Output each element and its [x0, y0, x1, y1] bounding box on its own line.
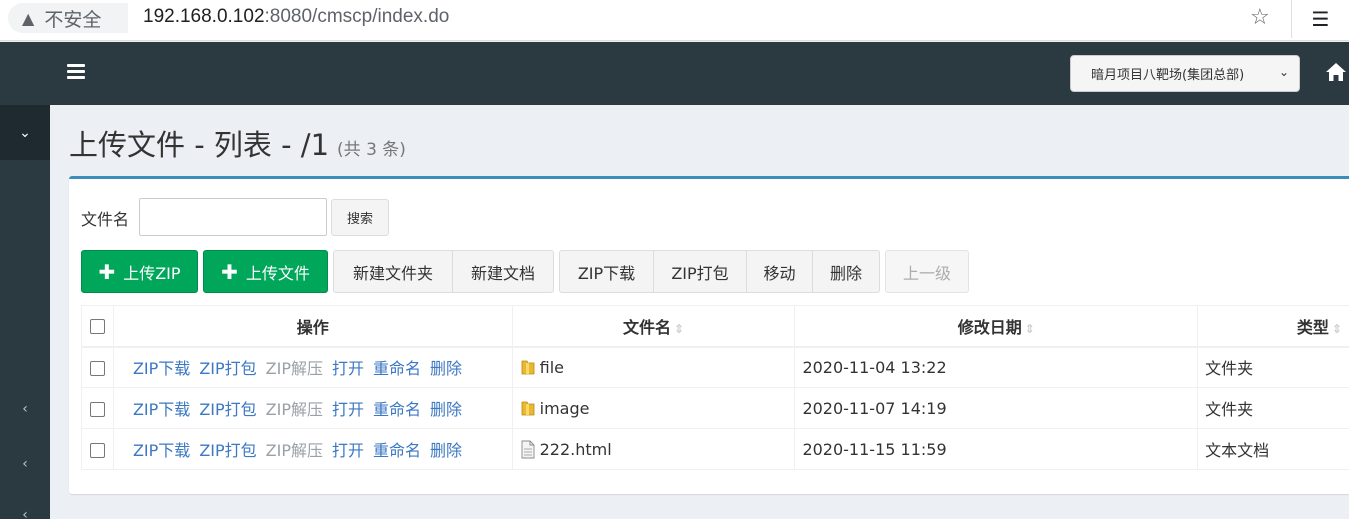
url-host: 192.168.0.102	[143, 6, 265, 27]
sidebar-collapse-icon[interactable]: ⌄	[0, 105, 50, 160]
plus-icon: ✚	[98, 259, 116, 284]
upload-zip-label: 上传ZIP	[123, 263, 181, 283]
table-row: ZIP下载 ZIP打包 ZIP解压 打开 重命名 删除 image 2020-11-07 …	[81, 387, 1349, 429]
security-indicator[interactable]: ▲ 不安全	[8, 3, 128, 33]
column-header-type-label: 类型	[1296, 317, 1329, 337]
column-header-modified[interactable]: 修改日期 ⇕	[794, 305, 1199, 348]
column-header-actions: 操作	[112, 305, 513, 348]
row-zip-pack-link[interactable]: ZIP打包	[199, 441, 256, 460]
move-button[interactable]: 移动	[746, 250, 813, 293]
row-zip-extract-link: ZIP解压	[265, 441, 323, 460]
column-header-modified-label: 修改日期	[957, 317, 1022, 337]
zip-download-button[interactable]: ZIP下载	[559, 250, 654, 293]
home-icon[interactable]	[1324, 61, 1348, 83]
row-actions: ZIP下载 ZIP打包 ZIP解压 打开 重命名 删除	[112, 387, 513, 429]
row-checkbox[interactable]	[89, 442, 105, 458]
file-table: 操作 文件名 ⇕ 修改日期 ⇕ 类型 ⇕ ZIP下载 ZIP打包 ZIP解压 打开 重命名 删除…	[81, 305, 1349, 470]
column-header-filename-label: 文件名	[622, 317, 671, 337]
row-open-link[interactable]: 打开	[332, 400, 364, 419]
row-checkbox[interactable]	[89, 360, 105, 376]
filename-link[interactable]: file	[540, 358, 564, 377]
row-open-link[interactable]: 打开	[332, 441, 364, 460]
select-all-checkbox[interactable]	[89, 319, 105, 335]
row-select-cell	[81, 387, 114, 429]
row-open-link[interactable]: 打开	[332, 359, 364, 378]
column-header-type[interactable]: 类型 ⇕	[1197, 305, 1349, 348]
table-row: ZIP下载 ZIP打包 ZIP解压 打开 重命名 删除 222.html 2020-11-…	[81, 428, 1349, 470]
search-button[interactable]: 搜索	[331, 199, 389, 236]
row-zip-pack-link[interactable]: ZIP打包	[199, 359, 256, 378]
column-header-filename[interactable]: 文件名 ⇕	[511, 305, 796, 348]
row-delete-link[interactable]: 删除	[430, 359, 462, 378]
sidebar-chevron-left-icon[interactable]: ‹	[0, 507, 50, 519]
row-filename: 222.html	[511, 428, 796, 470]
upload-file-label: 上传文件	[245, 263, 310, 283]
row-rename-link[interactable]: 重命名	[373, 441, 421, 460]
url-field[interactable]: 192.168.0.102:8080/cmscp/index.do	[143, 6, 449, 28]
row-zip-extract-link: ZIP解压	[265, 400, 323, 419]
delete-button[interactable]: 删除	[812, 250, 880, 293]
record-count: (共 3 条)	[337, 140, 406, 160]
filename-link[interactable]: 222.html	[540, 440, 612, 459]
table-header-row: 操作 文件名 ⇕ 修改日期 ⇕ 类型 ⇕	[81, 305, 1349, 348]
table-row: ZIP下载 ZIP打包 ZIP解压 打开 重命名 删除 file 2020-11-04 1…	[81, 346, 1349, 388]
row-zip-download-link[interactable]: ZIP下载	[133, 400, 190, 419]
sort-icon: ⇕	[1024, 321, 1035, 336]
plus-icon: ✚	[221, 259, 238, 284]
chevron-down-icon: ⌄	[1278, 65, 1289, 79]
row-type: 文件夹	[1197, 346, 1349, 388]
zip-pack-button[interactable]: ZIP打包	[653, 250, 747, 293]
row-zip-pack-link[interactable]: ZIP打包	[199, 400, 256, 419]
app-header: 暗月项目八靶场(集团总部) ⌄	[0, 42, 1349, 105]
row-zip-download-link[interactable]: ZIP下载	[133, 359, 190, 378]
row-actions: ZIP下载 ZIP打包 ZIP解压 打开 重命名 删除	[112, 428, 513, 470]
filename-link[interactable]: image	[540, 399, 590, 418]
warning-icon: ▲	[22, 8, 35, 28]
file-list-panel: 文件名 搜索 ✚ 上传ZIP ✚ 上传文件 新建文件夹 新建文档 ZIP下载 ZIP…	[69, 176, 1349, 494]
reading-list-icon[interactable]: ☰	[1291, 0, 1349, 38]
row-rename-link[interactable]: 重命名	[373, 400, 421, 419]
filename-search-input[interactable]	[139, 198, 327, 236]
browser-address-bar: ▲ 不安全 192.168.0.102:8080/cmscp/index.do …	[0, 0, 1349, 41]
sidebar-chevron-left-icon[interactable]: ‹	[0, 456, 50, 472]
row-date: 2020-11-15 11:59	[794, 428, 1199, 470]
row-type: 文本文档	[1197, 428, 1349, 470]
select-all-cell	[81, 305, 114, 348]
row-filename: image	[511, 387, 796, 429]
sort-icon: ⇕	[1331, 321, 1342, 336]
row-rename-link[interactable]: 重命名	[373, 359, 421, 378]
upload-zip-button[interactable]: ✚ 上传ZIP	[81, 250, 198, 293]
new-document-button[interactable]: 新建文档	[452, 250, 554, 293]
row-actions: ZIP下载 ZIP打包 ZIP解压 打开 重命名 删除	[112, 346, 513, 388]
sidebar-chevron-left-icon[interactable]: ‹	[0, 401, 50, 417]
menu-toggle-icon[interactable]	[67, 64, 85, 80]
search-label: 文件名	[81, 210, 130, 229]
upload-file-button[interactable]: ✚ 上传文件	[203, 250, 328, 293]
row-date: 2020-11-04 13:22	[794, 346, 1199, 388]
row-delete-link[interactable]: 删除	[430, 441, 462, 460]
row-delete-link[interactable]: 删除	[430, 400, 462, 419]
row-select-cell	[81, 346, 114, 388]
row-filename: file	[511, 346, 796, 388]
sidebar: ⌄ ‹ ‹ ‹	[0, 105, 50, 519]
org-select[interactable]: 暗月项目八靶场(集团总部) ⌄	[1070, 55, 1300, 92]
row-zip-extract-link: ZIP解压	[265, 359, 323, 379]
page-title: 上传文件 - 列表 - /1 (共 3 条)	[69, 122, 406, 164]
sort-icon: ⇕	[674, 321, 685, 336]
page-title-text: 上传文件 - 列表 - /1	[69, 128, 330, 162]
folder-icon	[521, 401, 535, 416]
row-select-cell	[81, 428, 114, 470]
folder-icon	[521, 360, 535, 375]
security-label: 不安全	[44, 8, 102, 31]
org-select-value: 暗月项目八靶场(集团总部)	[1091, 68, 1245, 83]
bookmark-star-icon[interactable]: ☆	[1250, 5, 1270, 30]
row-date: 2020-11-07 14:19	[794, 387, 1199, 429]
row-type: 文件夹	[1197, 387, 1349, 429]
parent-folder-button[interactable]: 上一级	[885, 250, 969, 293]
row-zip-download-link[interactable]: ZIP下载	[133, 441, 190, 460]
url-path: :8080/cmscp/index.do	[264, 6, 450, 27]
new-folder-button[interactable]: 新建文件夹	[333, 250, 453, 293]
row-checkbox[interactable]	[89, 401, 105, 417]
document-icon	[521, 440, 535, 458]
